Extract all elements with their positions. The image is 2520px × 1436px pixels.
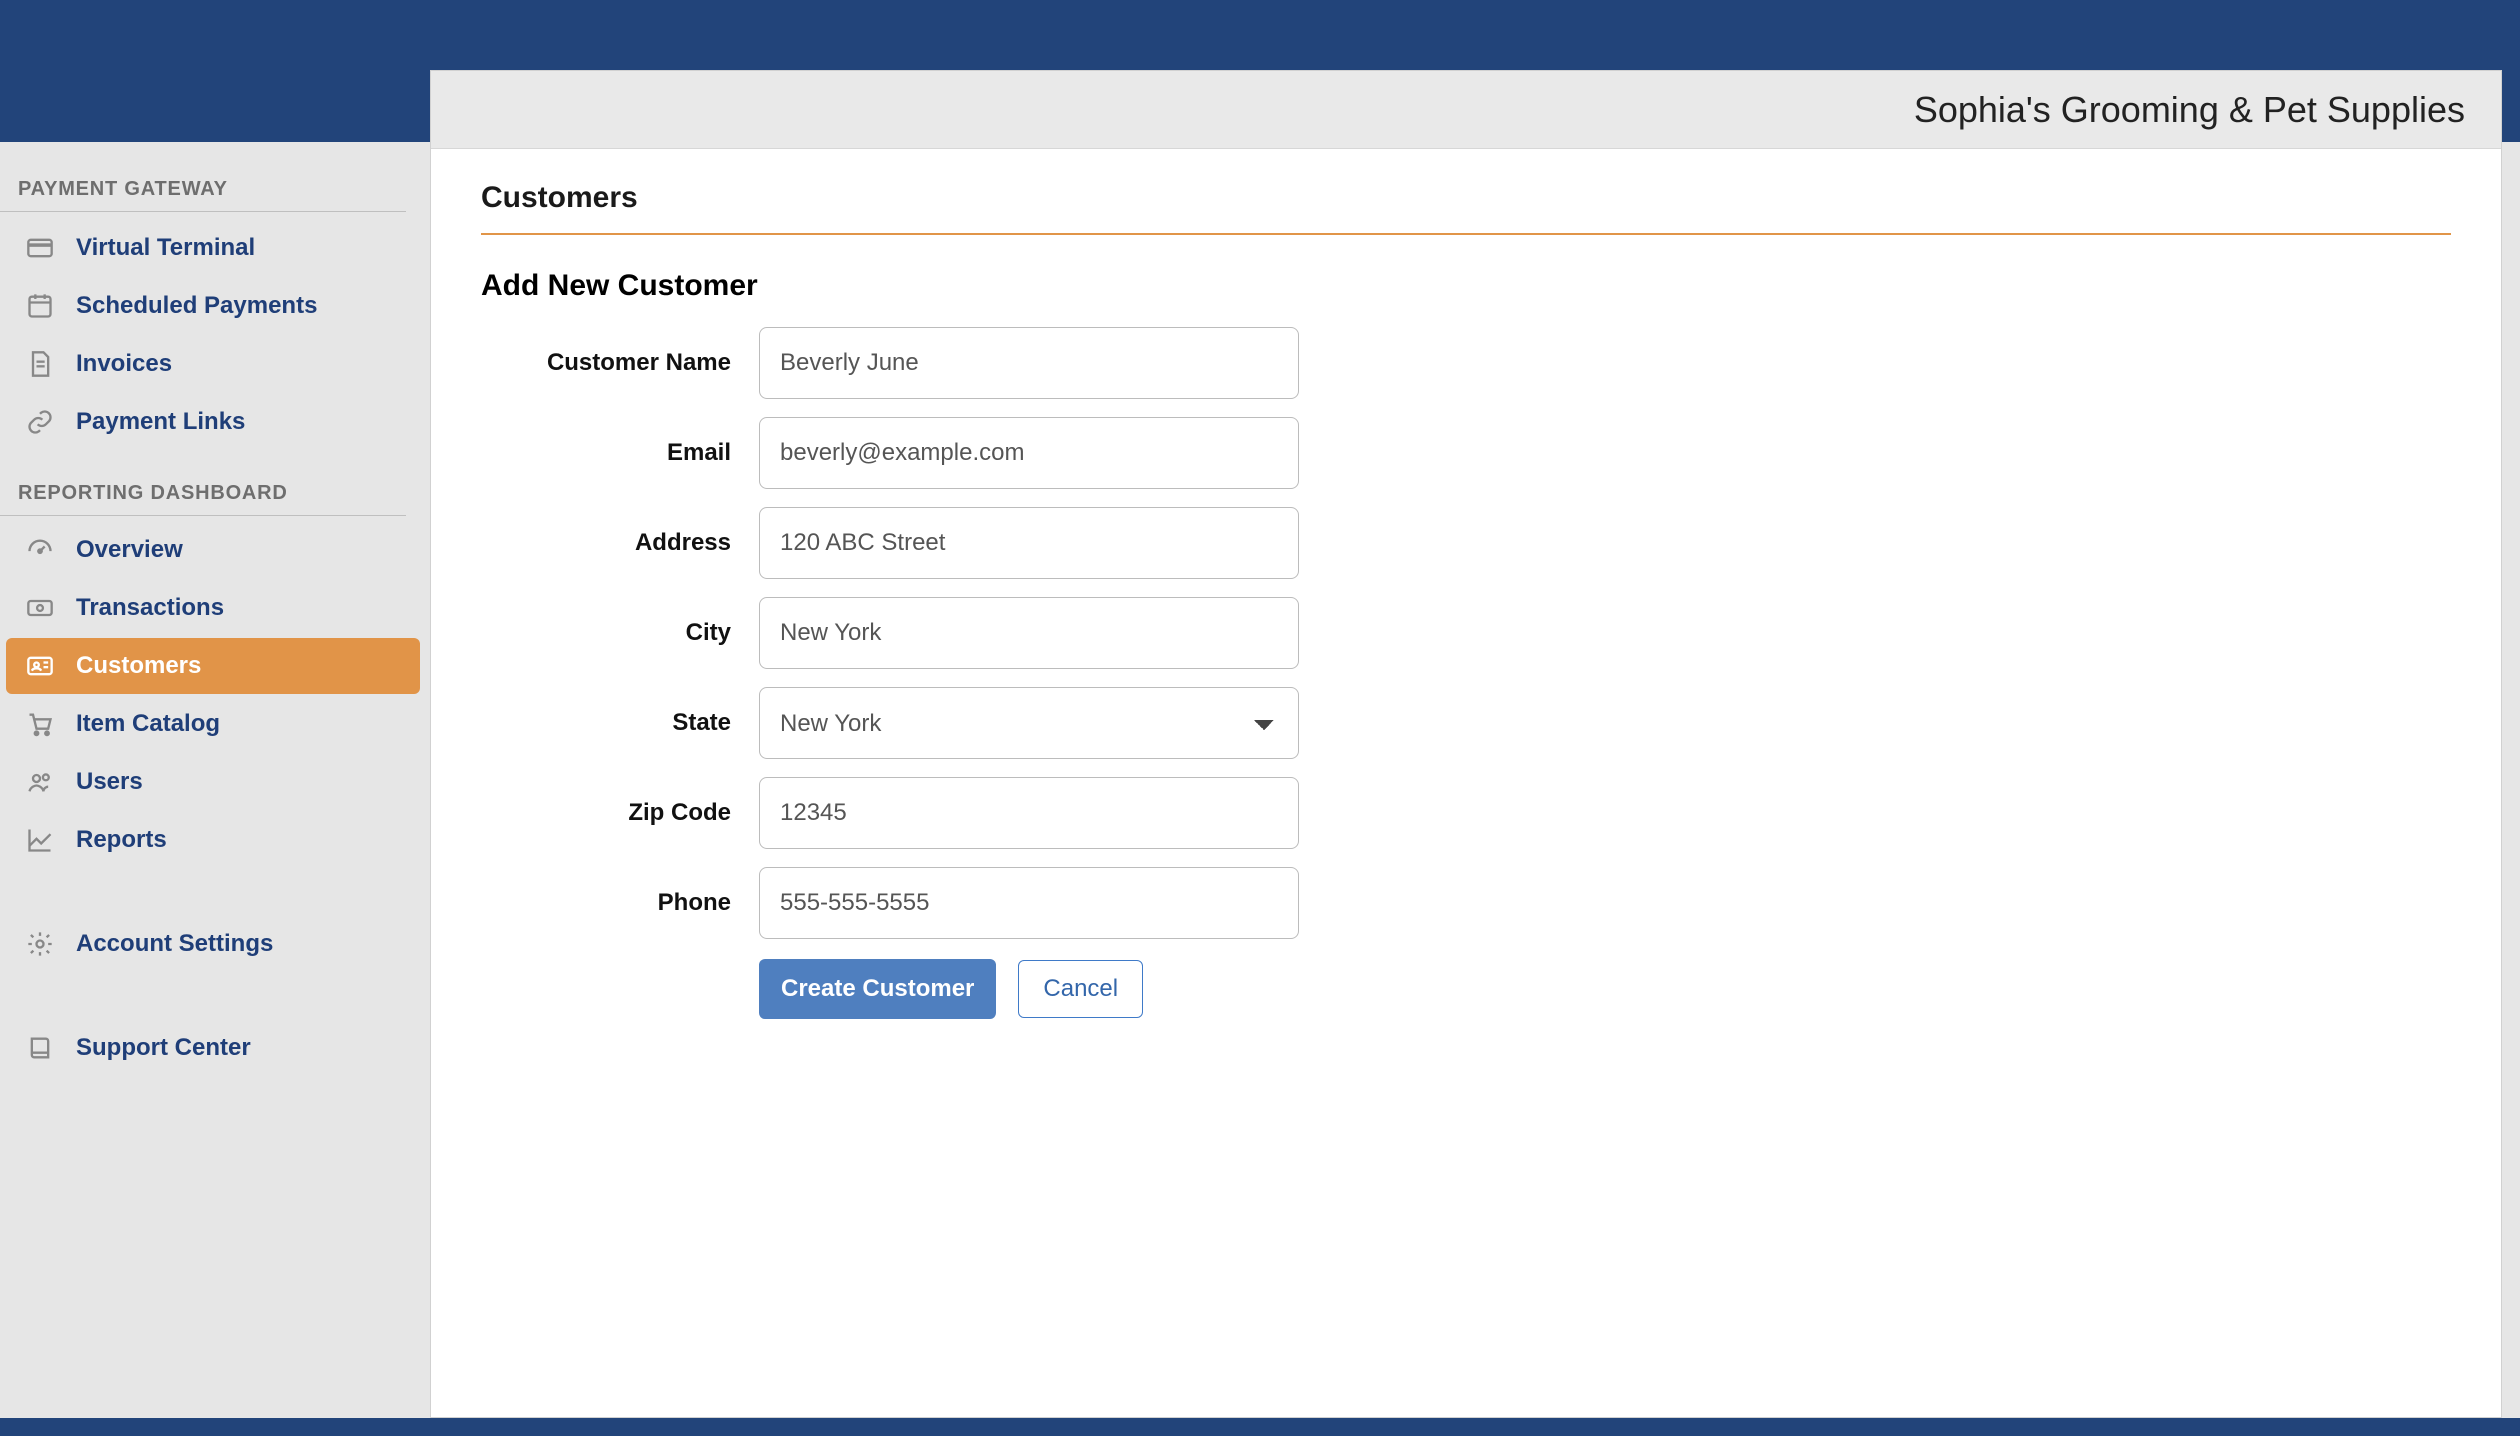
select-state[interactable]: New York — [759, 687, 1299, 759]
label-email: Email — [481, 439, 731, 467]
sidebar-item-reports[interactable]: Reports — [6, 812, 420, 868]
main-panel: Sophia's Grooming & Pet Supplies Custome… — [430, 70, 2502, 1418]
sidebar-item-scheduled-payments[interactable]: Scheduled Payments — [6, 278, 420, 334]
label-customer-name: Customer Name — [481, 349, 731, 377]
row-customer-name: Customer Name — [481, 327, 2451, 399]
input-address[interactable] — [759, 507, 1299, 579]
create-customer-button[interactable]: Create Customer — [759, 959, 996, 1019]
sidebar-item-invoices[interactable]: Invoices — [6, 336, 420, 392]
sidebar: PAYMENT GATEWAY Virtual Terminal Schedule… — [0, 142, 430, 1418]
sidebar-list-reporting-dashboard: Overview Transactions Customers Item Catalo… — [0, 516, 430, 888]
main-header: Sophia's Grooming & Pet Supplies — [431, 71, 2501, 149]
cart-icon — [24, 708, 56, 740]
sidebar-list-extra-2: Support Center — [0, 1014, 430, 1096]
sidebar-item-virtual-terminal[interactable]: Virtual Terminal — [6, 220, 420, 276]
sidebar-item-label: Transactions — [76, 594, 224, 622]
cancel-button[interactable]: Cancel — [1018, 960, 1143, 1018]
calendar-icon — [24, 290, 56, 322]
sidebar-item-label: Support Center — [76, 1034, 251, 1062]
sidebar-item-label: Customers — [76, 652, 201, 680]
row-email: Email — [481, 417, 2451, 489]
card-icon — [24, 232, 56, 264]
sidebar-item-label: Account Settings — [76, 930, 273, 958]
label-phone: Phone — [481, 889, 731, 917]
sidebar-item-account-settings[interactable]: Account Settings — [6, 916, 420, 972]
page-title: Customers — [481, 181, 2451, 233]
input-city[interactable] — [759, 597, 1299, 669]
sidebar-item-payment-links[interactable]: Payment Links — [6, 394, 420, 450]
sidebar-list-extra-1: Account Settings — [0, 910, 430, 992]
add-customer-form: Customer Name Email Address City State N — [481, 327, 2451, 1019]
money-icon — [24, 592, 56, 624]
sidebar-list-payment-gateway: Virtual Terminal Scheduled Payments Invoic… — [0, 212, 430, 470]
input-phone[interactable] — [759, 867, 1299, 939]
row-city: City — [481, 597, 2451, 669]
sidebar-section-title-reporting-dashboard: REPORTING DASHBOARD — [0, 470, 406, 516]
chart-icon — [24, 824, 56, 856]
idcard-icon — [24, 650, 56, 682]
sidebar-item-users[interactable]: Users — [6, 754, 420, 810]
bottom-banner — [0, 1418, 2520, 1436]
label-state: State — [481, 709, 731, 737]
title-divider — [481, 233, 2451, 235]
sidebar-item-item-catalog[interactable]: Item Catalog — [6, 696, 420, 752]
row-zip: Zip Code — [481, 777, 2451, 849]
page-subtitle: Add New Customer — [481, 269, 2451, 303]
input-zip[interactable] — [759, 777, 1299, 849]
sidebar-item-label: Item Catalog — [76, 710, 220, 738]
sidebar-item-label: Payment Links — [76, 408, 245, 436]
sidebar-item-label: Scheduled Payments — [76, 292, 317, 320]
sidebar-item-label: Overview — [76, 536, 183, 564]
sidebar-item-label: Users — [76, 768, 143, 796]
form-actions: Create Customer Cancel — [759, 959, 2451, 1019]
row-state: State New York — [481, 687, 2451, 759]
invoice-icon — [24, 348, 56, 380]
row-phone: Phone — [481, 867, 2451, 939]
gauge-icon — [24, 534, 56, 566]
label-city: City — [481, 619, 731, 647]
sidebar-section-title-payment-gateway: PAYMENT GATEWAY — [0, 166, 406, 212]
sidebar-item-label: Virtual Terminal — [76, 234, 255, 262]
book-icon — [24, 1032, 56, 1064]
sidebar-item-label: Reports — [76, 826, 167, 854]
input-customer-name[interactable] — [759, 327, 1299, 399]
link-icon — [24, 406, 56, 438]
sidebar-item-overview[interactable]: Overview — [6, 522, 420, 578]
sidebar-item-customers[interactable]: Customers — [6, 638, 420, 694]
label-address: Address — [481, 529, 731, 557]
users-icon — [24, 766, 56, 798]
row-address: Address — [481, 507, 2451, 579]
gear-icon — [24, 928, 56, 960]
input-email[interactable] — [759, 417, 1299, 489]
brand-name: Sophia's Grooming & Pet Supplies — [1914, 89, 2465, 131]
content: Customers Add New Customer Customer Name… — [431, 149, 2501, 1051]
sidebar-item-transactions[interactable]: Transactions — [6, 580, 420, 636]
label-zip: Zip Code — [481, 799, 731, 827]
sidebar-item-support-center[interactable]: Support Center — [6, 1020, 420, 1076]
sidebar-item-label: Invoices — [76, 350, 172, 378]
